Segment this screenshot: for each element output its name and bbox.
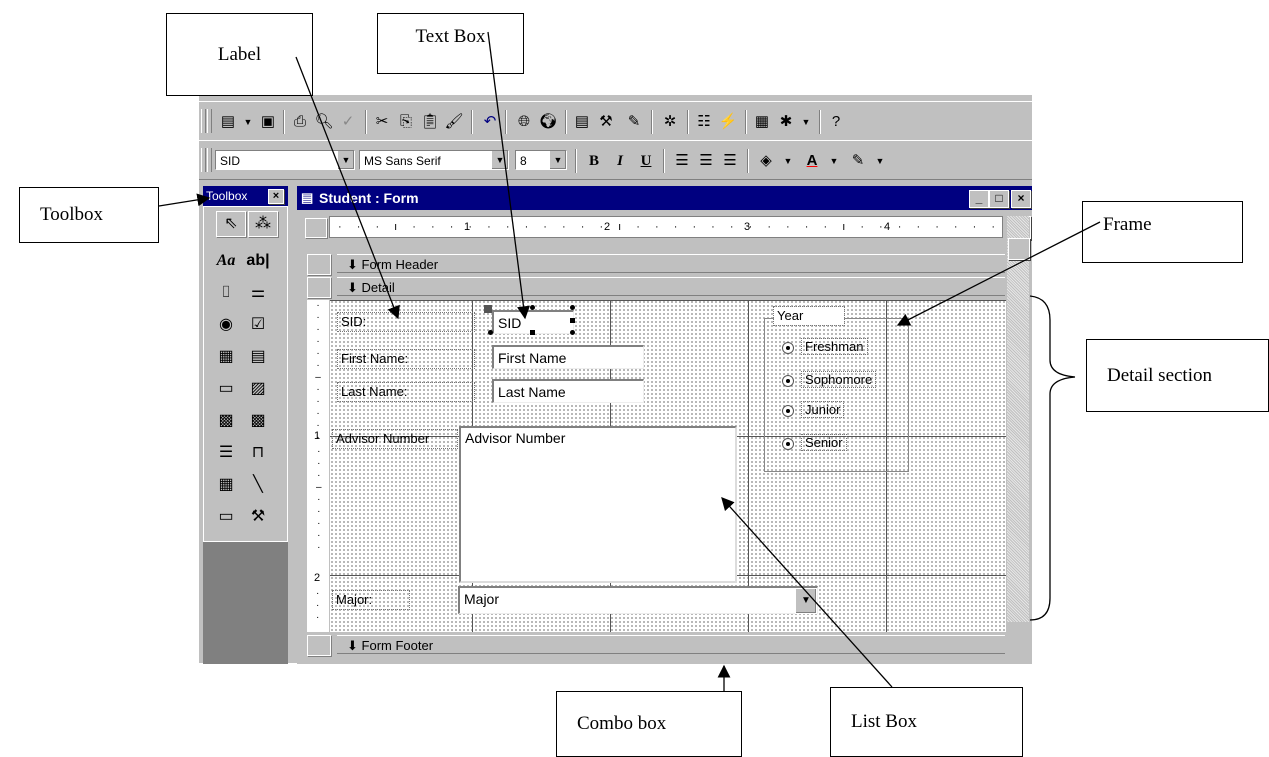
detail-brace (1029, 295, 1076, 621)
listbox-arrow (721, 497, 893, 688)
textbox-arrow (487, 31, 530, 320)
callout-arrows (158, 31, 1101, 691)
toolbox-arrow (158, 193, 211, 207)
frame-arrow (896, 221, 1101, 326)
label-arrow (295, 56, 400, 320)
